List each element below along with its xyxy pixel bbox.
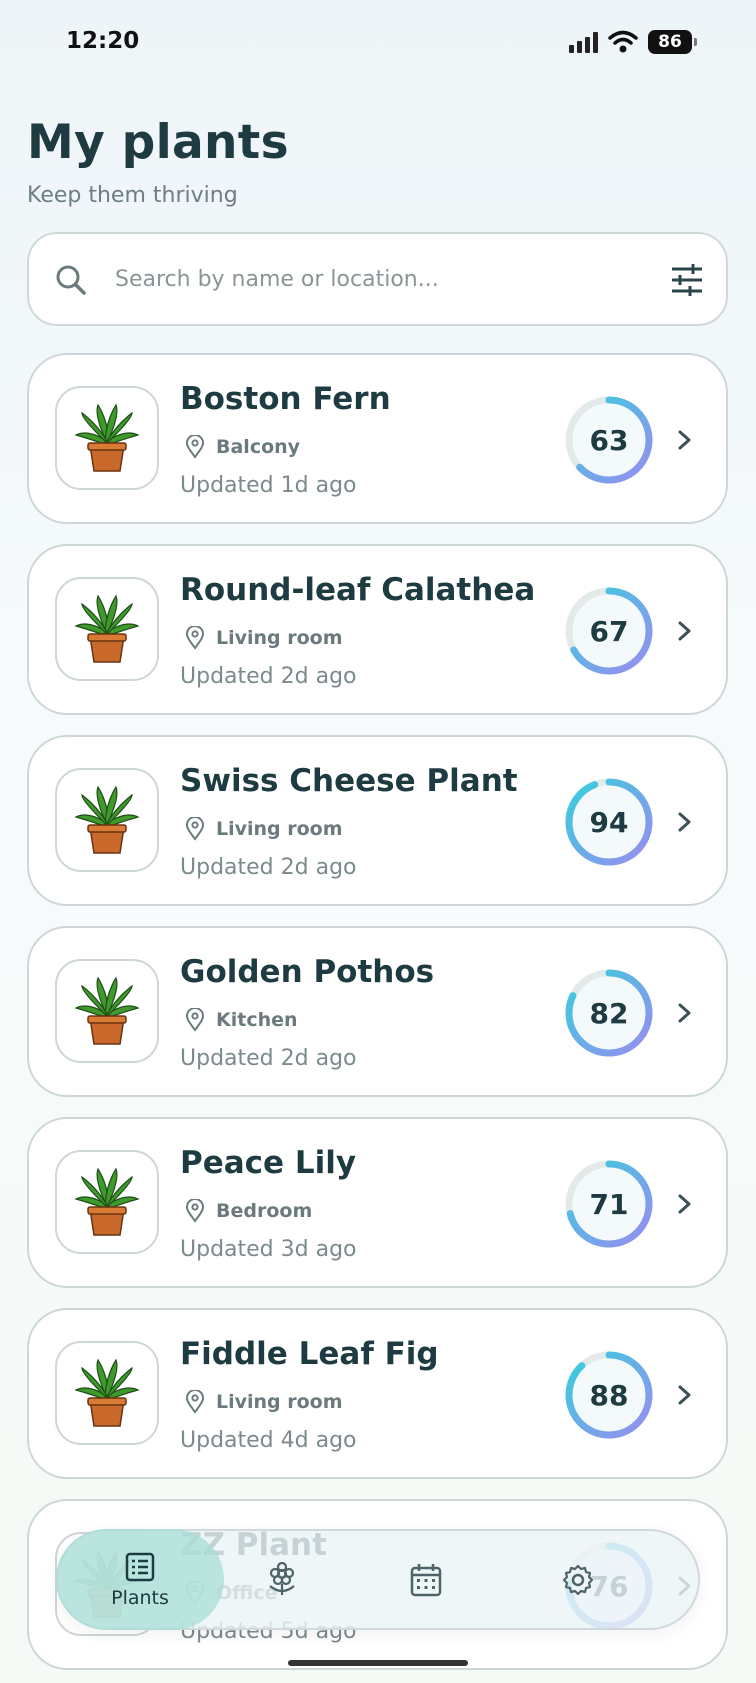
location-pin-icon: [185, 435, 205, 459]
home-indicator: [288, 1660, 468, 1666]
plant-name: Peace Lily: [180, 1145, 357, 1181]
plant-location-label: Balcony: [216, 436, 301, 458]
potted-plant-icon: [74, 403, 140, 472]
plant-updated: Updated 1d ago: [180, 473, 357, 498]
calendar-icon: [410, 1563, 442, 1596]
chevron-right-icon[interactable]: [674, 998, 696, 1028]
plant-location: Kitchen: [180, 1008, 298, 1032]
plant-thumbnail: [55, 1341, 159, 1445]
plant-location: Bedroom: [180, 1199, 312, 1223]
page-title: My plants: [27, 115, 289, 170]
health-score-value: 63: [589, 423, 629, 457]
plant-updated: Updated 3d ago: [180, 1237, 357, 1262]
filter-icon[interactable]: [668, 261, 706, 299]
plant-name: Golden Pothos: [180, 954, 435, 990]
plant-thumbnail: [55, 1150, 159, 1254]
nav-label-plants: Plants: [111, 1586, 169, 1609]
health-score-value: 71: [589, 1187, 629, 1221]
nav-item-plants[interactable]: Plants: [58, 1531, 222, 1628]
bottom-nav: Plants: [56, 1529, 700, 1630]
health-score-ring: 88: [563, 1349, 655, 1441]
potted-plant-icon: [74, 594, 140, 663]
health-score-value: 88: [589, 1378, 629, 1412]
potted-plant-icon: [74, 1358, 140, 1427]
potted-plant-icon: [74, 1167, 140, 1236]
plant-location: Living room: [180, 817, 343, 841]
location-pin-icon: [185, 817, 205, 841]
nav-item-calendar[interactable]: [386, 1531, 466, 1628]
page-subtitle: Keep them thriving: [27, 183, 238, 208]
plant-thumbnail: [55, 959, 159, 1063]
list-icon: [125, 1552, 155, 1581]
status-time: 12:20: [66, 28, 140, 54]
plant-location: Living room: [180, 626, 343, 650]
potted-plant-icon: [74, 976, 140, 1045]
plant-thumbnail: [55, 768, 159, 872]
plant-location-label: Living room: [216, 627, 343, 649]
plant-updated: Updated 4d ago: [180, 1428, 357, 1453]
status-bar: 12:20 86: [0, 0, 756, 86]
gear-icon: [562, 1564, 594, 1595]
plant-name: Round-leaf Calathea: [180, 572, 536, 608]
chevron-right-icon[interactable]: [674, 1380, 696, 1410]
search-icon: [56, 265, 86, 295]
plant-thumbnail: [55, 577, 159, 681]
plant-card[interactable]: Boston Fern Balcony Updated 1d ago 63: [27, 353, 728, 524]
health-score-ring: 71: [563, 1158, 655, 1250]
plant-card[interactable]: Round-leaf Calathea Living room Updated 2d…: [27, 544, 728, 715]
health-score-value: 67: [589, 614, 629, 648]
location-pin-icon: [185, 1008, 205, 1032]
plant-updated: Updated 2d ago: [180, 1046, 357, 1071]
plant-card[interactable]: Fiddle Leaf Fig Living room Updated 4d ago…: [27, 1308, 728, 1479]
search-input[interactable]: [115, 254, 635, 304]
plant-location: Balcony: [180, 435, 300, 459]
plant-location-label: Bedroom: [216, 1200, 313, 1222]
health-score-value: 82: [589, 996, 629, 1030]
plant-updated: Updated 2d ago: [180, 855, 357, 880]
battery-icon: 86: [648, 30, 697, 54]
plant-updated: Updated 2d ago: [180, 664, 357, 689]
location-pin-icon: [185, 1199, 205, 1223]
battery-level: 86: [658, 32, 682, 52]
plant-location-label: Kitchen: [216, 1009, 298, 1031]
wifi-icon: [608, 30, 638, 53]
plant-thumbnail: [55, 386, 159, 490]
signal-icon: [569, 31, 598, 53]
plant-card[interactable]: Peace Lily Bedroom Updated 3d ago 71: [27, 1117, 728, 1288]
plant-card[interactable]: Swiss Cheese Plant Living room Updated 2d …: [27, 735, 728, 906]
health-score-ring: 82: [563, 967, 655, 1059]
health-score-value: 94: [589, 805, 629, 839]
plant-name: Fiddle Leaf Fig: [180, 1336, 439, 1372]
chevron-right-icon[interactable]: [674, 1189, 696, 1219]
chevron-right-icon[interactable]: [674, 616, 696, 646]
location-pin-icon: [185, 626, 205, 650]
chevron-right-icon[interactable]: [674, 425, 696, 455]
plant-card[interactable]: Golden Pothos Kitchen Updated 2d ago 82: [27, 926, 728, 1097]
plant-name: Boston Fern: [180, 381, 391, 417]
health-score-ring: 63: [563, 394, 655, 486]
health-score-ring: 94: [563, 776, 655, 868]
search-bar[interactable]: [27, 232, 728, 326]
nav-item-flower[interactable]: [242, 1531, 322, 1628]
potted-plant-icon: [74, 785, 140, 854]
plant-location-label: Living room: [216, 1391, 343, 1413]
plant-name: Swiss Cheese Plant: [180, 763, 518, 799]
chevron-right-icon[interactable]: [674, 807, 696, 837]
flower-icon: [269, 1561, 295, 1595]
status-icons: 86: [569, 30, 697, 54]
nav-item-settings[interactable]: [538, 1531, 618, 1628]
plant-location-label: Living room: [216, 818, 343, 840]
plant-location: Living room: [180, 1390, 343, 1414]
health-score-ring: 67: [563, 585, 655, 677]
location-pin-icon: [185, 1390, 205, 1414]
